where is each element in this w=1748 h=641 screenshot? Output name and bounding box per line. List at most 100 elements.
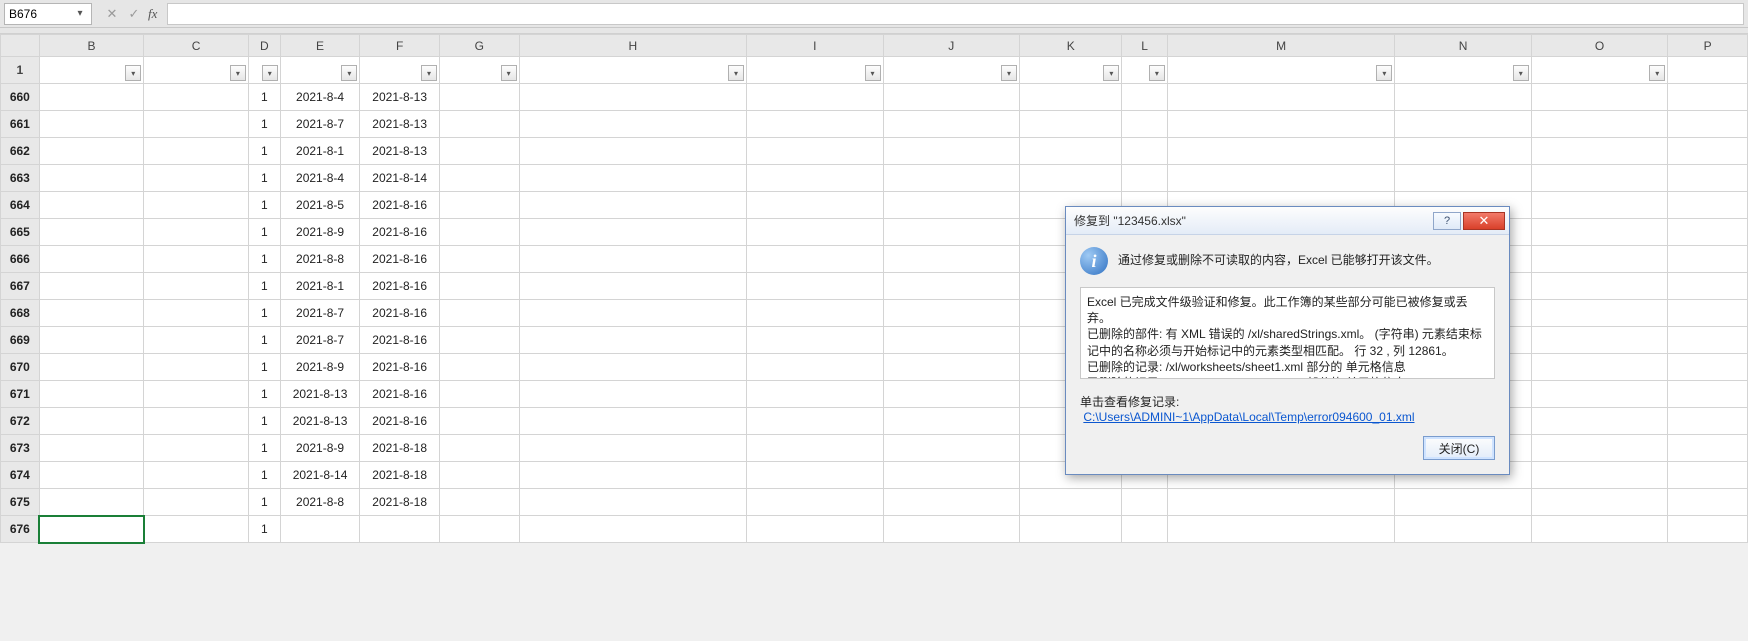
- cell-F-670[interactable]: 2021-8-16: [360, 354, 440, 381]
- cell-L-675[interactable]: [1122, 489, 1167, 516]
- filter-button-L[interactable]: ▾: [1149, 65, 1165, 81]
- cell-F-663[interactable]: 2021-8-14: [360, 165, 440, 192]
- cell-G-674[interactable]: [439, 462, 519, 489]
- cell-J-673[interactable]: [883, 435, 1019, 462]
- cell-H-670[interactable]: [519, 354, 746, 381]
- dialog-close-action-button[interactable]: 关闭(C): [1423, 436, 1495, 460]
- cell-I-676[interactable]: [747, 516, 883, 543]
- dialog-details[interactable]: Excel 已完成文件级验证和修复。此工作簿的某些部分可能已被修复或丢弃。已删除…: [1080, 287, 1495, 379]
- cell-D-671[interactable]: 1: [248, 381, 280, 408]
- fx-icon[interactable]: fx: [148, 6, 157, 22]
- filter-button-M[interactable]: ▾: [1376, 65, 1392, 81]
- cell-I-667[interactable]: [747, 273, 883, 300]
- cell-O-663[interactable]: [1531, 165, 1667, 192]
- col-header-C[interactable]: C: [144, 35, 249, 57]
- cell-O-667[interactable]: [1531, 273, 1667, 300]
- row-header[interactable]: 671: [1, 381, 40, 408]
- cell-C-667[interactable]: [144, 273, 249, 300]
- cell-O-671[interactable]: [1531, 381, 1667, 408]
- cell-H-676[interactable]: [519, 516, 746, 543]
- accept-formula-icon[interactable]: ✓: [126, 6, 142, 22]
- row-header[interactable]: 672: [1, 408, 40, 435]
- cell-E-675[interactable]: 2021-8-8: [280, 489, 360, 516]
- cell-E-666[interactable]: 2021-8-8: [280, 246, 360, 273]
- cell-H-663[interactable]: [519, 165, 746, 192]
- cell-B-669[interactable]: [39, 327, 144, 354]
- cell-C-662[interactable]: [144, 138, 249, 165]
- cell-B-673[interactable]: [39, 435, 144, 462]
- cell-H-664[interactable]: [519, 192, 746, 219]
- cell-G-668[interactable]: [439, 300, 519, 327]
- select-all-corner[interactable]: [1, 35, 40, 57]
- cell-F-675[interactable]: 2021-8-18: [360, 489, 440, 516]
- cell-H-668[interactable]: [519, 300, 746, 327]
- cell-P-668[interactable]: [1668, 300, 1748, 327]
- row-header[interactable]: 661: [1, 111, 40, 138]
- cell-F-669[interactable]: 2021-8-16: [360, 327, 440, 354]
- cell-C-675[interactable]: [144, 489, 249, 516]
- cell-P-673[interactable]: [1668, 435, 1748, 462]
- cell-F-676[interactable]: [360, 516, 440, 543]
- cell-O-661[interactable]: [1531, 111, 1667, 138]
- cell-B-668[interactable]: [39, 300, 144, 327]
- cell-I-675[interactable]: [747, 489, 883, 516]
- cell-B-671[interactable]: [39, 381, 144, 408]
- cell-D-665[interactable]: 1: [248, 219, 280, 246]
- cell-P-670[interactable]: [1668, 354, 1748, 381]
- cell-H-675[interactable]: [519, 489, 746, 516]
- cell-C-672[interactable]: [144, 408, 249, 435]
- cell-J-664[interactable]: [883, 192, 1019, 219]
- cell-P-663[interactable]: [1668, 165, 1748, 192]
- cell-O-666[interactable]: [1531, 246, 1667, 273]
- cell-B-672[interactable]: [39, 408, 144, 435]
- cell-P-671[interactable]: [1668, 381, 1748, 408]
- cell-E-664[interactable]: 2021-8-5: [280, 192, 360, 219]
- cell-D-675[interactable]: 1: [248, 489, 280, 516]
- cell-J-666[interactable]: [883, 246, 1019, 273]
- cell-G-672[interactable]: [439, 408, 519, 435]
- cell-L-662[interactable]: [1122, 138, 1167, 165]
- cell-P-665[interactable]: [1668, 219, 1748, 246]
- cell-D-673[interactable]: 1: [248, 435, 280, 462]
- cell-N-660[interactable]: [1395, 84, 1531, 111]
- cell-O-675[interactable]: [1531, 489, 1667, 516]
- cell-P-676[interactable]: [1668, 516, 1748, 543]
- cell-O-665[interactable]: [1531, 219, 1667, 246]
- row-header[interactable]: 662: [1, 138, 40, 165]
- cell-J-667[interactable]: [883, 273, 1019, 300]
- cell-G-670[interactable]: [439, 354, 519, 381]
- cell-D-674[interactable]: 1: [248, 462, 280, 489]
- cell-K-661[interactable]: [1020, 111, 1122, 138]
- cell-N-676[interactable]: [1395, 516, 1531, 543]
- cell-E-661[interactable]: 2021-8-7: [280, 111, 360, 138]
- col-header-H[interactable]: H: [519, 35, 746, 57]
- cell-H-672[interactable]: [519, 408, 746, 435]
- cell-J-663[interactable]: [883, 165, 1019, 192]
- filter-button-I[interactable]: ▾: [865, 65, 881, 81]
- cell-P-660[interactable]: [1668, 84, 1748, 111]
- col-header-L[interactable]: L: [1122, 35, 1167, 57]
- cell-E-668[interactable]: 2021-8-7: [280, 300, 360, 327]
- cell-F-662[interactable]: 2021-8-13: [360, 138, 440, 165]
- cell-K-663[interactable]: [1020, 165, 1122, 192]
- cell-L-660[interactable]: [1122, 84, 1167, 111]
- filter-button-H[interactable]: ▾: [728, 65, 744, 81]
- cell-C-664[interactable]: [144, 192, 249, 219]
- cell-P-672[interactable]: [1668, 408, 1748, 435]
- cell-J-676[interactable]: [883, 516, 1019, 543]
- cell-L-663[interactable]: [1122, 165, 1167, 192]
- cell-H-669[interactable]: [519, 327, 746, 354]
- cell-G-666[interactable]: [439, 246, 519, 273]
- cell-D-667[interactable]: 1: [248, 273, 280, 300]
- cell-F-666[interactable]: 2021-8-16: [360, 246, 440, 273]
- cell-G-671[interactable]: [439, 381, 519, 408]
- cell-J-669[interactable]: [883, 327, 1019, 354]
- cell-O-676[interactable]: [1531, 516, 1667, 543]
- cell-C-671[interactable]: [144, 381, 249, 408]
- cell-D-676[interactable]: 1: [248, 516, 280, 543]
- cell-P-675[interactable]: [1668, 489, 1748, 516]
- col-header-I[interactable]: I: [747, 35, 883, 57]
- cell-O-669[interactable]: [1531, 327, 1667, 354]
- cell-M-663[interactable]: [1167, 165, 1394, 192]
- col-header-M[interactable]: M: [1167, 35, 1394, 57]
